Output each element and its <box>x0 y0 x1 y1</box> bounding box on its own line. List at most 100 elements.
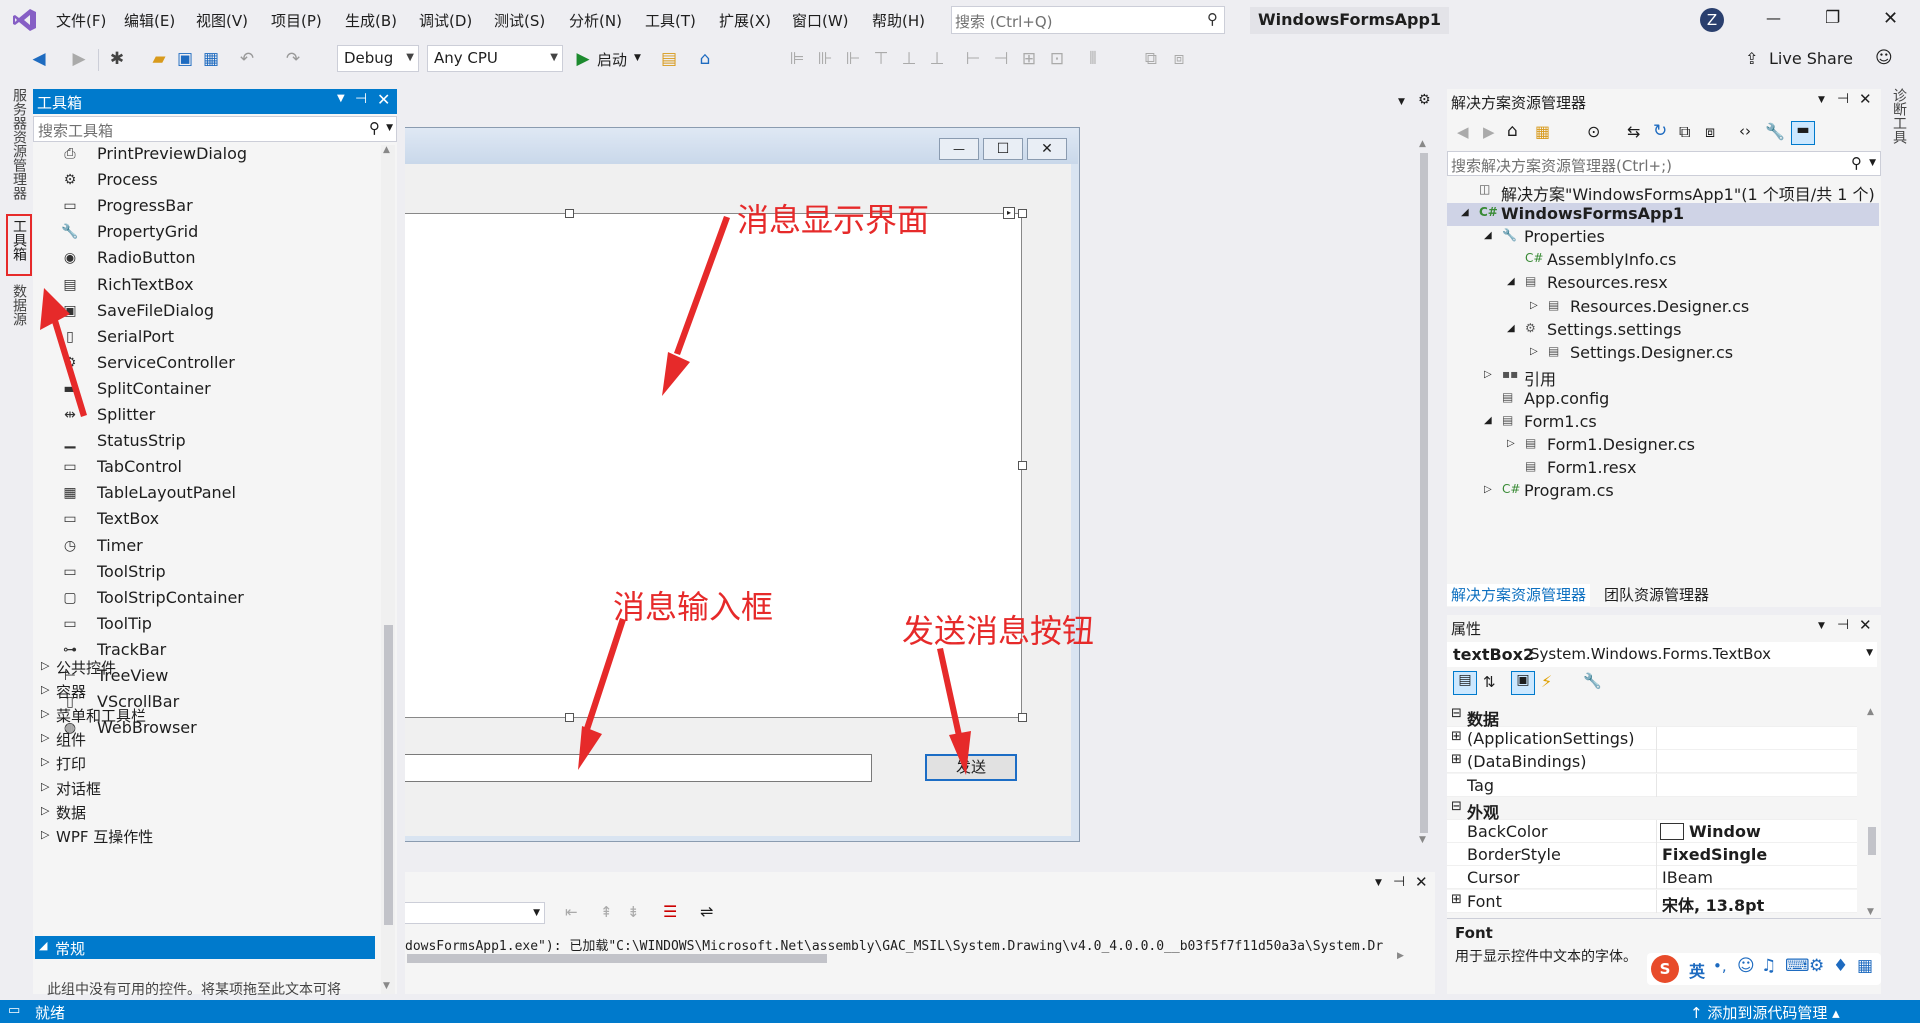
solution-tree-item[interactable]: ◢ C# WindowsFormsApp1 <box>1447 203 1879 227</box>
menu-item[interactable]: 视图(V) <box>196 10 248 31</box>
object-selector[interactable]: textBox2 System.Windows.Forms.TextBox ▼ <box>1447 642 1877 667</box>
vs-logo-icon[interactable] <box>12 7 38 33</box>
property-row[interactable]: ⊟ 外观 <box>1447 796 1857 822</box>
solution-tree-item[interactable]: ◢ ▤ Resources.resx <box>1447 272 1879 295</box>
alphabetical-icon[interactable]: ⇅ <box>1483 673 1496 691</box>
expand-icon[interactable]: ⊞ <box>1451 729 1462 744</box>
pin-icon[interactable]: ⊣ <box>1837 617 1849 633</box>
punctuation-icon[interactable]: •, <box>1713 957 1727 975</box>
collapse-all-icon[interactable]: ⧉ <box>1679 122 1690 142</box>
tree-expander-icon[interactable]: ◢ <box>1484 415 1492 426</box>
menu-item[interactable]: 帮助(H) <box>872 10 925 31</box>
menu-item[interactable]: 调试(D) <box>419 10 472 31</box>
output-source-select[interactable]: ▼ <box>405 902 545 924</box>
general-category[interactable]: ◢ 常规 <box>35 936 375 959</box>
live-share-icon[interactable]: ⇪ <box>1745 49 1758 68</box>
designer-scrollbar[interactable]: ▲ ▼ <box>1418 139 1430 849</box>
start-button-label[interactable]: 启动 <box>597 49 627 70</box>
property-row[interactable]: Cursor IBeam <box>1447 866 1857 890</box>
scroll-down-icon[interactable]: ▼ <box>1419 835 1426 845</box>
collapse-icon[interactable]: ⊟ <box>1451 706 1462 721</box>
pin-icon[interactable]: ⊣ <box>355 91 367 107</box>
find-message-icon[interactable]: ⇤ <box>565 903 578 921</box>
close-icon[interactable]: ✕ <box>377 90 390 109</box>
menu-item[interactable]: 生成(B) <box>345 10 397 31</box>
back-icon[interactable]: ◀ <box>1457 123 1469 141</box>
align-bottom-icon[interactable]: ⊥ <box>926 48 948 70</box>
scroll-thumb[interactable] <box>384 625 393 925</box>
property-row[interactable]: ⊞ Font 宋体, 13.8pt <box>1447 889 1857 916</box>
toolbox-ime-icon[interactable]: ⚙ <box>1809 956 1824 976</box>
bring-front-icon[interactable]: ⧉ <box>1140 48 1162 70</box>
solution-tree-item[interactable]: ▤ App.config <box>1447 388 1879 411</box>
menu-grid-icon[interactable]: ▦ <box>1857 956 1873 976</box>
add-source-control-button[interactable]: ↑ 添加到源代码管理 ▴ <box>1690 1002 1840 1023</box>
home-icon[interactable]: ⌂ <box>694 48 716 70</box>
live-share-button[interactable]: Live Share <box>1769 49 1853 68</box>
same-width-icon[interactable]: ⊢ <box>962 48 984 70</box>
solution-tree-item[interactable]: ◢ ⚙ Settings.settings <box>1447 319 1879 342</box>
property-value[interactable]: Window <box>1689 822 1761 841</box>
solution-tree-item[interactable]: C# AssemblyInfo.cs <box>1447 249 1879 272</box>
categorized-icon[interactable]: ▤ <box>1453 671 1477 695</box>
clear-all-icon[interactable]: ☰ <box>663 902 677 921</box>
same-height-icon[interactable]: ⊣ <box>990 48 1012 70</box>
toolbox-search[interactable]: 搜索工具箱 ⚲ ▼ <box>33 116 397 142</box>
solution-tree-item[interactable]: ▷ ▤ Form1.Designer.cs <box>1447 434 1879 457</box>
resize-handle[interactable] <box>1018 713 1027 722</box>
properties-scrollbar[interactable]: ▲ ▼ <box>1865 707 1879 922</box>
back-icon[interactable]: ◀ <box>28 48 50 70</box>
events-icon[interactable]: ⚡ <box>1541 672 1552 691</box>
tree-expander-icon[interactable]: ▷ <box>1484 484 1492 495</box>
solution-tree-item[interactable]: ▷ ▪▪ 引用 <box>1447 365 1879 389</box>
form-close-button[interactable]: ✕ <box>1027 138 1067 160</box>
collapse-icon[interactable]: ⊟ <box>1451 799 1462 814</box>
align-left-icon[interactable]: ⊫ <box>786 48 808 70</box>
restore-button[interactable]: ❐ <box>1825 8 1840 28</box>
property-row[interactable]: ⊞ (ApplicationSettings) <box>1447 727 1857 751</box>
tree-expander-icon[interactable]: ▷ <box>1530 346 1538 357</box>
solution-tree-item[interactable]: ▷ ▤ Settings.Designer.cs <box>1447 342 1879 365</box>
property-row[interactable]: Tag <box>1447 773 1857 797</box>
undo-icon[interactable]: ↶ <box>236 48 258 70</box>
close-window-button[interactable]: ✕ <box>1883 8 1898 29</box>
message-input-textbox[interactable] <box>405 754 872 782</box>
start-icon[interactable]: ▶ <box>572 48 594 70</box>
scroll-right-icon[interactable]: ▶ <box>1397 951 1404 961</box>
align-right-icon[interactable]: ⊩ <box>842 48 864 70</box>
pin-icon[interactable]: ⊣ <box>1837 91 1849 107</box>
property-row[interactable]: BorderStyle FixedSingle <box>1447 843 1857 867</box>
tree-expander-icon[interactable]: ▷ <box>1484 369 1492 380</box>
scroll-up-icon[interactable]: ▲ <box>1419 139 1426 149</box>
tab-team-explorer[interactable]: 团队资源管理器 <box>1600 584 1713 606</box>
menu-item[interactable]: 窗口(W) <box>792 10 849 31</box>
platform-select[interactable]: Any CPU ▼ <box>427 45 563 72</box>
dropdown-arrow-icon[interactable]: ▼ <box>1818 95 1825 105</box>
form-maximize-button[interactable]: ☐ <box>983 138 1023 160</box>
property-value[interactable]: 宋体, 13.8pt <box>1662 892 1764 916</box>
resize-handle[interactable] <box>565 209 574 218</box>
close-icon[interactable]: ✕ <box>1415 873 1428 891</box>
solution-tree-item[interactable]: ◫ 解决方案"WindowsFormsApp1"(1 个项目/共 1 个) <box>1447 180 1879 204</box>
solution-tree-item[interactable]: ▤ Form1.resx <box>1447 457 1879 480</box>
menu-item[interactable]: 文件(F) <box>56 10 106 31</box>
forward-icon[interactable]: ▶ <box>1483 123 1495 141</box>
skin-icon[interactable]: ♦ <box>1833 956 1848 976</box>
tree-expander-icon[interactable]: ◢ <box>1484 230 1492 241</box>
scroll-down-icon[interactable]: ▼ <box>1867 907 1874 917</box>
open-folder-icon[interactable]: ▰ <box>148 48 170 70</box>
settings-gear-icon[interactable]: ⚙ <box>1418 92 1431 108</box>
ime-language[interactable]: 英 <box>1689 958 1705 982</box>
dropdown-arrow-icon[interactable]: ▼ <box>337 93 345 104</box>
send-back-icon[interactable]: ⧈ <box>1168 48 1190 70</box>
resize-handle[interactable] <box>565 713 574 722</box>
pin-icon[interactable]: ⊣ <box>1393 874 1405 890</box>
tab-data-sources[interactable]: 数据源 <box>9 284 29 326</box>
show-all-files-icon[interactable]: ⧈ <box>1705 122 1715 142</box>
sogou-logo-icon[interactable]: S <box>1651 955 1679 983</box>
tree-expander-icon[interactable]: ▷ <box>1530 300 1538 311</box>
smart-tag-icon[interactable]: ▸ <box>1003 207 1015 219</box>
resize-handle[interactable] <box>1018 461 1027 470</box>
switch-views-icon[interactable]: ▦ <box>1535 122 1550 141</box>
preview-selected-icon[interactable]: ▬ <box>1791 121 1815 145</box>
